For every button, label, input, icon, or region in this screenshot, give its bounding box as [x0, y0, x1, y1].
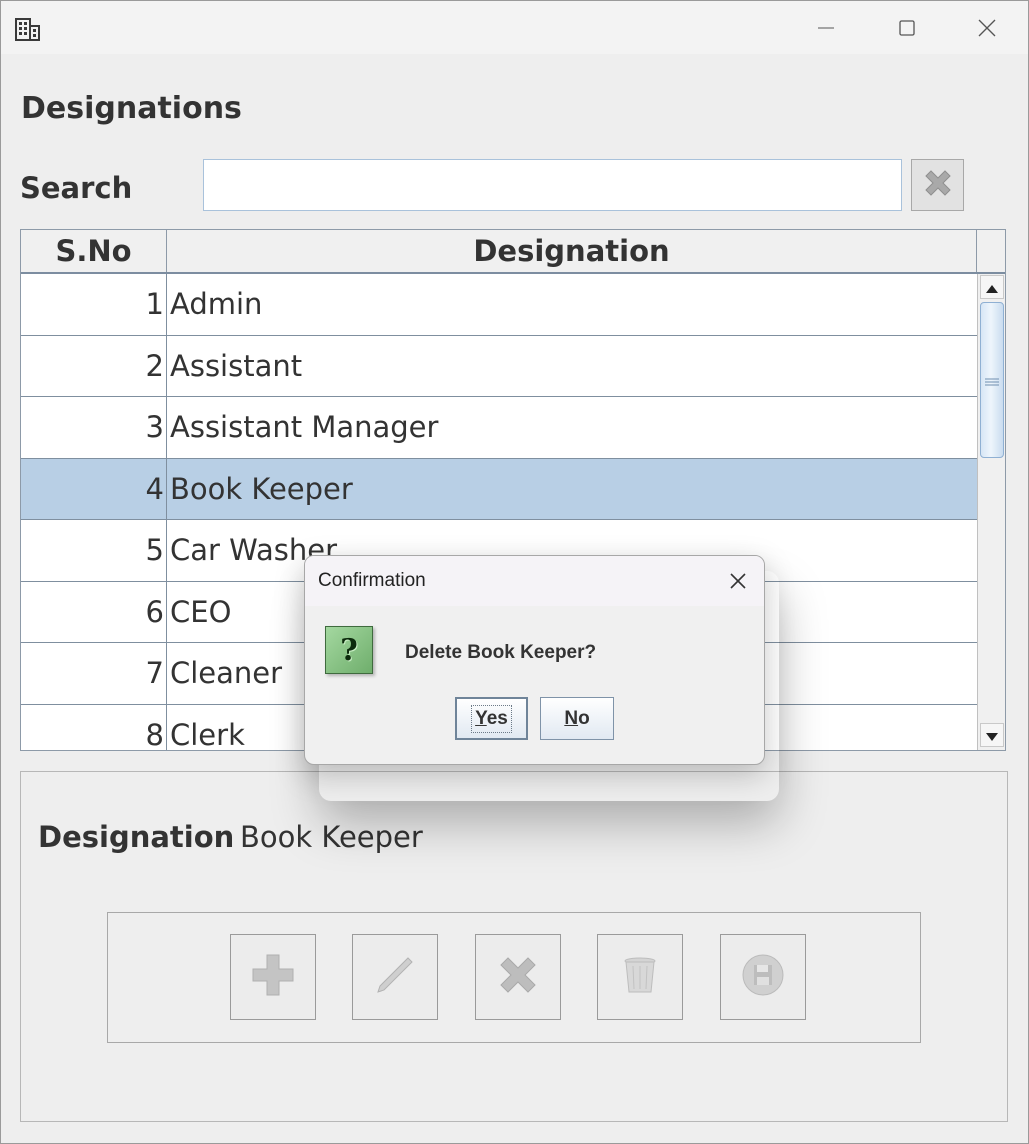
- column-header-sno[interactable]: S.No: [21, 230, 167, 272]
- minimize-button[interactable]: [786, 1, 866, 54]
- row-sno: 5: [21, 520, 167, 581]
- row-designation: Assistant Manager: [170, 410, 439, 445]
- column-header-designation[interactable]: Designation: [167, 230, 977, 272]
- maximize-icon: [899, 19, 915, 36]
- delete-button[interactable]: [597, 934, 683, 1020]
- edit-button[interactable]: [352, 934, 438, 1020]
- search-input[interactable]: [203, 159, 902, 211]
- maximize-button[interactable]: [867, 1, 947, 54]
- confirmation-dialog: Confirmation ? Delete Book Keeper? Yes N…: [304, 555, 765, 765]
- yes-focus-ring: Yes: [471, 704, 512, 733]
- table-row[interactable]: 2 Assistant: [21, 335, 978, 397]
- detail-designation-value: Book Keeper: [240, 820, 423, 854]
- add-button[interactable]: [230, 934, 316, 1020]
- row-sno: 3: [21, 397, 167, 458]
- table-row-selected[interactable]: 4 Book Keeper: [21, 458, 978, 520]
- grip-icon: [985, 371, 999, 390]
- vertical-scrollbar[interactable]: [977, 274, 1005, 750]
- search-label: Search: [20, 171, 133, 205]
- no-label-rest: o: [578, 707, 590, 729]
- table-header: S.No Designation: [21, 230, 977, 274]
- row-designation: Book Keeper: [170, 471, 353, 506]
- question-icon: ?: [325, 626, 373, 674]
- window-titlebar[interactable]: [1, 1, 1028, 54]
- table-row[interactable]: 1 Admin: [21, 274, 978, 336]
- designations-window: Designations Search S.No Designation 1 A…: [0, 0, 1029, 1144]
- action-toolbar: [107, 912, 921, 1043]
- clear-x-icon: [918, 163, 958, 207]
- dialog-title: Confirmation: [318, 570, 426, 591]
- close-icon: [978, 19, 996, 37]
- row-sno: 7: [21, 643, 167, 704]
- minimize-icon: [818, 20, 834, 36]
- row-sno: 4: [21, 458, 167, 519]
- scroll-up-button[interactable]: [980, 275, 1004, 299]
- table-corner: [977, 230, 1005, 274]
- delete-trash-icon: [617, 952, 663, 1002]
- clear-search-button[interactable]: [911, 159, 964, 211]
- table-row[interactable]: 3 Assistant Manager: [21, 397, 978, 459]
- page-title: Designations: [21, 91, 242, 126]
- no-button[interactable]: No: [540, 697, 614, 740]
- cancel-x-icon: [495, 952, 541, 1002]
- row-sno: 2: [21, 335, 167, 396]
- close-icon: [728, 573, 748, 595]
- save-disk-icon: [740, 952, 786, 1002]
- save-button[interactable]: [720, 934, 806, 1020]
- scrollbar-thumb[interactable]: [980, 302, 1004, 458]
- dialog-message: Delete Book Keeper?: [405, 642, 597, 663]
- edit-pencil-icon: [372, 952, 418, 1002]
- yes-button[interactable]: Yes: [455, 697, 528, 740]
- scroll-down-button[interactable]: [980, 723, 1004, 747]
- yes-mnemonic: Y: [475, 707, 487, 729]
- no-mnemonic: N: [564, 707, 579, 729]
- close-window-button[interactable]: [947, 1, 1027, 54]
- row-designation: Assistant: [170, 348, 303, 383]
- cancel-button[interactable]: [475, 934, 561, 1020]
- detail-panel: Designation Book Keeper: [20, 771, 1008, 1122]
- yes-label-rest: es: [486, 707, 508, 729]
- building-icon: [15, 17, 41, 41]
- dialog-close-button[interactable]: [728, 571, 748, 591]
- triangle-up-icon: [986, 278, 998, 297]
- row-sno: 8: [21, 704, 167, 750]
- triangle-down-icon: [986, 726, 998, 745]
- dialog-titlebar[interactable]: Confirmation: [305, 556, 764, 606]
- row-designation: Admin: [170, 287, 263, 322]
- detail-designation-label: Designation: [38, 820, 235, 854]
- row-sno: 1: [21, 274, 167, 335]
- row-sno: 6: [21, 581, 167, 642]
- add-icon: [250, 952, 296, 1002]
- question-glyph: ?: [340, 632, 358, 668]
